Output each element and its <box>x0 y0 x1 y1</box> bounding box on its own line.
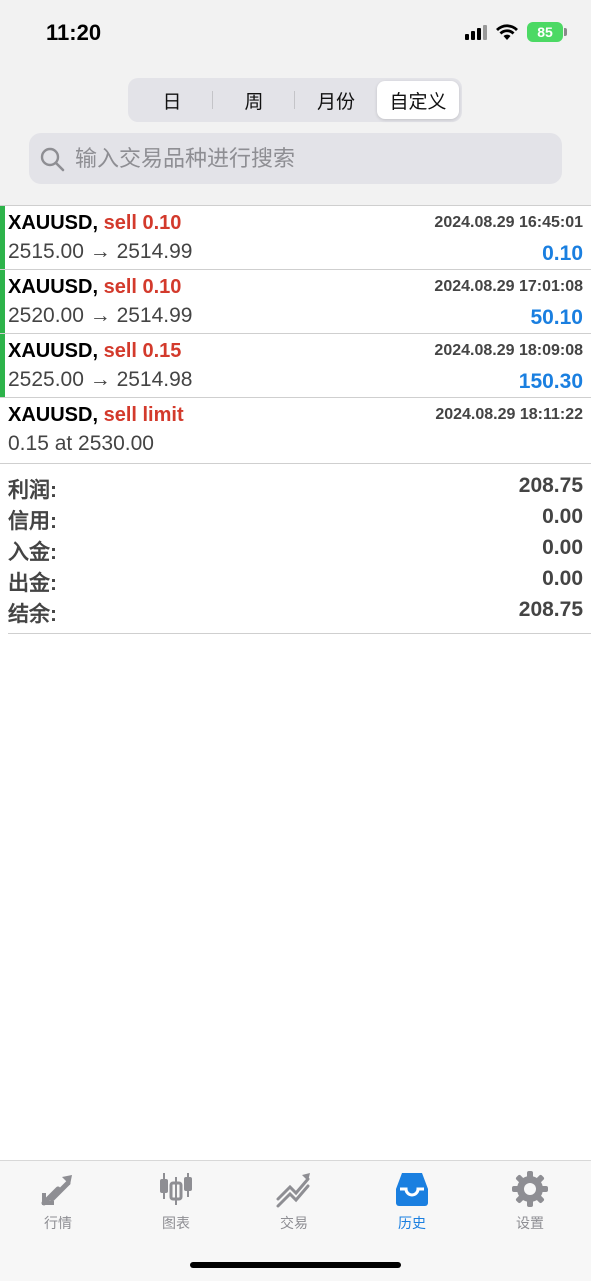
balance-summary: 利润: 208.75 信用: 0.00 入金: 0.00 出金: 0.00 结余… <box>0 463 591 626</box>
symbol: XAUUSD, <box>8 276 99 298</box>
tab-quotes[interactable]: 行情 <box>8 1169 108 1233</box>
history-row[interactable]: XAUUSD, sell 0.10 2024.08.29 16:45:01 25… <box>0 205 591 269</box>
history-row[interactable]: XAUUSD, sell 0.10 2024.08.29 17:01:08 25… <box>0 269 591 333</box>
tab-label: 设置 <box>516 1215 544 1231</box>
home-indicator <box>190 1262 401 1268</box>
history-row[interactable]: XAUUSD, sell 0.15 2024.08.29 18:09:08 25… <box>0 333 591 397</box>
order-time: 2024.08.29 17:01:08 <box>434 278 583 295</box>
summary-row-balance: 结余: 208.75 <box>0 588 591 626</box>
tab-label: 图表 <box>162 1215 190 1231</box>
history-list: XAUUSD, sell 0.10 2024.08.29 16:45:01 25… <box>0 205 591 461</box>
search-icon <box>40 147 65 171</box>
tab-label: 交易 <box>280 1215 308 1231</box>
status-icons: 85 <box>465 22 567 42</box>
tab-history[interactable]: 历史 <box>362 1169 462 1233</box>
summary-label: 结余: <box>8 603 57 626</box>
segment-day[interactable]: 日 <box>131 81 213 119</box>
period-segmented-control: 日 周 月份 自定义 <box>128 78 462 122</box>
summary-row-credit: 信用: 0.00 <box>0 495 591 533</box>
battery-level: 85 <box>527 22 563 42</box>
segment-month[interactable]: 月份 <box>295 81 377 119</box>
history-row[interactable]: XAUUSD, sell limit 2024.08.29 18:11:22 0… <box>0 397 591 461</box>
order-profit: 50.10 <box>530 306 583 329</box>
order-prices: 2515.00 → 2514.99 <box>8 240 193 263</box>
order-time: 2024.08.29 16:45:01 <box>434 214 583 231</box>
history-icon <box>396 1173 428 1206</box>
cellular-signal-icon <box>465 24 487 40</box>
tab-settings[interactable]: 设置 <box>480 1169 580 1233</box>
settings-icon <box>512 1171 548 1207</box>
closed-indicator <box>0 334 5 397</box>
order-action: sell limit <box>103 404 184 426</box>
trade-icon <box>276 1173 310 1208</box>
order-time: 2024.08.29 18:11:22 <box>435 406 583 423</box>
status-time: 11:20 <box>46 20 102 45</box>
order-action: sell 0.10 <box>103 212 182 234</box>
order-time: 2024.08.29 18:09:08 <box>434 342 583 359</box>
tab-chart[interactable]: 图表 <box>126 1169 226 1233</box>
closed-indicator <box>0 206 5 269</box>
segment-custom[interactable]: 自定义 <box>377 81 459 119</box>
battery-icon: 85 <box>527 22 567 42</box>
search-bar[interactable] <box>29 133 562 184</box>
order-profit: 0.10 <box>542 242 583 265</box>
symbol: XAUUSD, <box>8 404 99 426</box>
symbol: XAUUSD, <box>8 340 99 362</box>
chart-icon <box>160 1173 192 1205</box>
tab-trade[interactable]: 交易 <box>244 1169 344 1233</box>
order-prices: 2520.00 → 2514.99 <box>8 304 193 327</box>
closed-indicator <box>0 270 5 333</box>
search-input[interactable] <box>73 144 537 173</box>
summary-row-profit: 利润: 208.75 <box>0 464 591 502</box>
order-action: sell 0.10 <box>103 276 182 298</box>
segment-week[interactable]: 周 <box>213 81 295 119</box>
summary-value: 208.75 <box>518 598 583 621</box>
divider <box>8 633 591 634</box>
summary-row-deposit: 入金: 0.00 <box>0 526 591 564</box>
quotes-icon <box>41 1175 72 1206</box>
order-prices: 2525.00 → 2514.98 <box>8 368 193 391</box>
tab-label: 行情 <box>44 1215 72 1231</box>
tab-label: 历史 <box>398 1215 426 1231</box>
order-profit: 150.30 <box>518 370 583 393</box>
symbol: XAUUSD, <box>8 212 99 234</box>
wifi-icon <box>496 24 518 40</box>
summary-row-withdrawal: 出金: 0.00 <box>0 557 591 595</box>
order-prices: 0.15 at 2530.00 <box>8 432 154 455</box>
order-action: sell 0.15 <box>103 340 182 362</box>
